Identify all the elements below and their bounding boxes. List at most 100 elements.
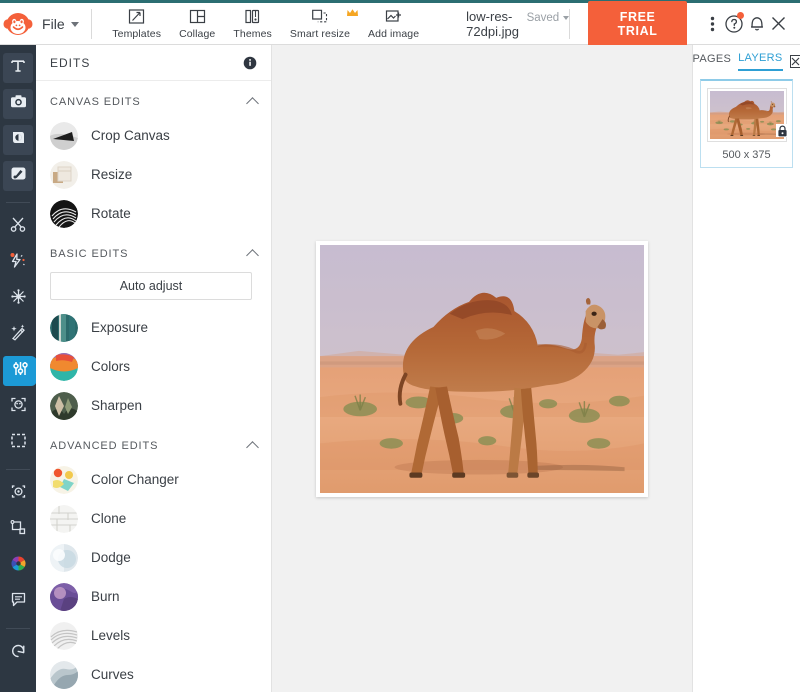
edit-item-sharpen[interactable]: Sharpen — [36, 386, 271, 425]
edits-panel-header: EDITS — [36, 45, 271, 81]
rotate-thumb — [50, 200, 78, 228]
edit-item-burn[interactable]: Burn — [36, 577, 271, 616]
document-name[interactable]: low-res-72dpi.jpg — [466, 9, 519, 39]
section-header-canvas-edits[interactable]: CANVAS EDITS — [36, 81, 271, 116]
edit-item-curves[interactable]: Curves — [36, 655, 271, 692]
sidebar-item-shapes-tool[interactable] — [3, 515, 33, 545]
layer-item[interactable]: 500 x 375 — [700, 79, 793, 168]
sidebar-item-cutout-tool[interactable] — [3, 212, 33, 242]
sidebar-item-color-tool[interactable] — [3, 551, 33, 581]
section-header-basic-edits[interactable]: BASIC EDITS — [36, 233, 271, 268]
templates-button[interactable]: Templates — [103, 5, 170, 42]
edit-item-label: Exposure — [91, 320, 148, 335]
crown-icon — [346, 5, 359, 23]
collage-label: Collage — [179, 28, 215, 40]
edit-item-clone[interactable]: Clone — [36, 499, 271, 538]
sidebar-item-edits-tool[interactable] — [3, 356, 37, 386]
smart-resize-button[interactable]: Smart resize — [281, 5, 359, 42]
tab-layers[interactable]: LAYERS — [738, 52, 782, 71]
templates-label: Templates — [112, 28, 161, 40]
shapes-icon — [9, 518, 28, 542]
sidebar-item-paint-tool[interactable] — [3, 161, 33, 191]
top-right-actions: FREE TRIAL — [569, 1, 800, 47]
edit-item-levels[interactable]: Levels — [36, 616, 271, 655]
target-icon — [9, 482, 28, 506]
sidebar-item-text-tool[interactable] — [3, 53, 33, 83]
edit-item-color-changer[interactable]: Color Changer — [36, 460, 271, 499]
toolbar-divider — [569, 9, 570, 39]
graphics-icon — [9, 128, 28, 152]
collage-button[interactable]: Collage — [170, 5, 224, 42]
rail-divider — [6, 628, 30, 629]
sidebar-item-graphics-tool[interactable] — [3, 125, 33, 155]
lock-icon[interactable] — [776, 124, 789, 137]
free-trial-button[interactable]: FREE TRIAL — [588, 1, 687, 47]
themes-icon — [244, 7, 261, 26]
burn-thumb — [50, 583, 78, 611]
layers-panel-tabs: PAGES LAYERS — [693, 45, 800, 73]
camel-in-desert-photo[interactable] — [320, 245, 644, 493]
left-tool-rail — [0, 45, 36, 692]
edit-item-label: Clone — [91, 511, 126, 526]
sidebar-item-effects-tool[interactable] — [3, 248, 33, 278]
rail-divider — [6, 469, 30, 470]
resize-thumb — [50, 161, 78, 189]
sidebar-item-face-tool[interactable] — [3, 392, 33, 422]
dodge-thumb — [50, 544, 78, 572]
sidebar-item-target-tool[interactable] — [3, 479, 33, 509]
magic-wand-icon — [9, 323, 28, 347]
tab-pages[interactable]: PAGES — [693, 53, 732, 70]
save-status-label: Saved — [527, 12, 560, 24]
texture-icon — [9, 287, 28, 311]
edits-panel: EDITS CANVAS EDITS Crop — [36, 45, 272, 692]
sidebar-item-touchup-tool[interactable] — [3, 320, 33, 350]
sidebar-item-photo-tool[interactable] — [3, 89, 33, 119]
layer-dimensions: 500 x 375 — [707, 149, 786, 161]
kebab-menu-icon[interactable] — [701, 9, 723, 39]
templates-icon — [128, 7, 145, 26]
face-detect-icon — [9, 395, 28, 419]
page-title: EDITS — [50, 56, 90, 70]
clone-thumb — [50, 505, 78, 533]
chevron-up-icon — [246, 441, 259, 454]
canvas-area[interactable] — [272, 45, 692, 692]
paintbrush-icon — [9, 164, 28, 188]
sidebar-item-textures-tool[interactable] — [3, 284, 33, 314]
auto-adjust-button[interactable]: Auto adjust — [50, 272, 252, 300]
section-header-advanced-edits[interactable]: ADVANCED EDITS — [36, 425, 271, 460]
notification-dot — [737, 12, 744, 19]
layer-preview-image — [710, 91, 784, 139]
camel-layer-thumb[interactable] — [707, 88, 787, 142]
sidebar-item-comment-tool[interactable] — [3, 587, 33, 617]
layers-panel: PAGES LAYERS — [692, 45, 800, 692]
edit-item-dodge[interactable]: Dodge — [36, 538, 271, 577]
close-panel-icon[interactable] — [790, 55, 800, 68]
help-circle-icon[interactable] — [723, 9, 745, 39]
section-title: CANVAS EDITS — [50, 96, 141, 108]
chevron-down-icon — [71, 22, 79, 27]
bell-icon[interactable] — [746, 9, 768, 39]
file-menu-button[interactable]: File — [36, 3, 91, 44]
add-image-label: Add image — [368, 28, 419, 40]
comment-icon — [9, 590, 28, 614]
save-status-dropdown[interactable]: Saved — [527, 12, 570, 24]
close-icon[interactable] — [768, 9, 790, 39]
sidebar-item-frames-tool[interactable] — [3, 428, 33, 458]
info-icon[interactable] — [243, 56, 257, 70]
curves-thumb — [50, 661, 78, 689]
add-image-button[interactable]: Add image — [359, 5, 428, 42]
themes-button[interactable]: Themes — [224, 5, 281, 42]
sidebar-item-undo-tool[interactable] — [3, 638, 33, 668]
monkey-logo[interactable] — [0, 11, 36, 37]
levels-thumb — [50, 622, 78, 650]
edit-item-exposure[interactable]: Exposure — [36, 308, 271, 347]
undo-icon — [9, 641, 28, 665]
edit-item-label: Dodge — [91, 550, 131, 565]
edit-item-resize[interactable]: Resize — [36, 155, 271, 194]
edit-item-label: Curves — [91, 667, 134, 682]
edit-item-rotate[interactable]: Rotate — [36, 194, 271, 233]
edit-item-colors[interactable]: Colors — [36, 347, 271, 386]
edit-item-crop-canvas[interactable]: Crop Canvas — [36, 116, 271, 155]
section-title: ADVANCED EDITS — [50, 440, 158, 452]
edit-item-label: Color Changer — [91, 472, 179, 487]
